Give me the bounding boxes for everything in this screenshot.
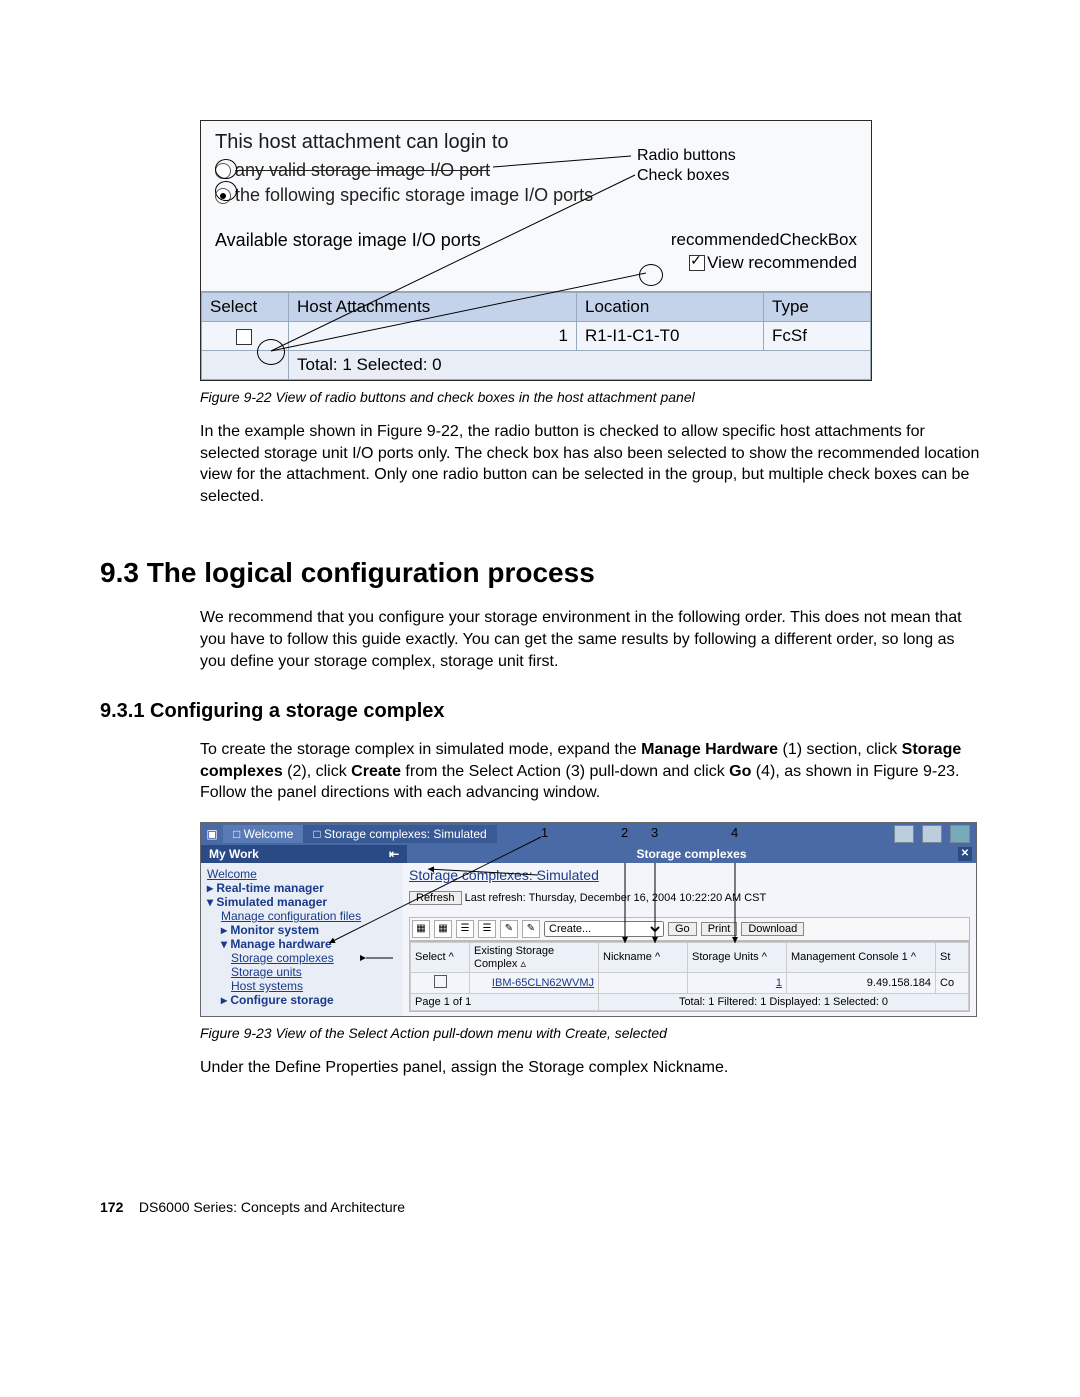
ring-annotation bbox=[215, 181, 237, 201]
table-footer: Total: 1 Selected: 0 bbox=[202, 351, 871, 380]
window-icon[interactable] bbox=[894, 825, 914, 843]
checkbox-icon bbox=[689, 255, 705, 271]
topbar-icons bbox=[894, 825, 970, 843]
storage-complexes-bar: Storage complexes ✕ bbox=[407, 845, 976, 863]
toolbar-icon[interactable]: ▦ bbox=[434, 920, 452, 938]
nav-storage-units[interactable]: Storage units bbox=[231, 965, 302, 979]
nav-monitor-system[interactable]: ▸ Monitor system bbox=[207, 923, 397, 937]
nav-manage-hardware[interactable]: ▾ Manage hardware bbox=[207, 937, 397, 951]
anno-radio-buttons: Radio buttons bbox=[637, 147, 736, 165]
toolbar-icon[interactable]: ✎ bbox=[500, 920, 518, 938]
figure-9-23-caption: Figure 9-23 View of the Select Action pu… bbox=[200, 1025, 990, 1041]
col-host: Host Attachments bbox=[289, 293, 577, 322]
nav-tree: Welcome ▸ Real-time manager ▾ Simulated … bbox=[201, 863, 403, 1016]
col-select: Select bbox=[202, 293, 289, 322]
nav-simulated-manager[interactable]: ▾ Simulated manager bbox=[207, 895, 397, 909]
figure-9-22-panel: This host attachment can login to any va… bbox=[200, 120, 872, 381]
callout-3: 3 bbox=[651, 825, 658, 840]
collapse-icon[interactable]: ⇤ bbox=[389, 847, 399, 861]
col-mgmt-console[interactable]: Management Console 1 ^ bbox=[787, 942, 936, 972]
panel-title: This host attachment can login to bbox=[201, 121, 871, 160]
app-icon: ▣ bbox=[201, 827, 223, 841]
col-st[interactable]: St bbox=[936, 942, 969, 972]
refresh-button[interactable]: Refresh bbox=[409, 891, 462, 905]
help-icon[interactable] bbox=[950, 825, 970, 843]
callout-1: 1 bbox=[541, 825, 548, 840]
view-recommended-check[interactable]: View recommended bbox=[689, 252, 857, 272]
row-checkbox[interactable] bbox=[434, 975, 447, 988]
ring-annotation bbox=[639, 264, 663, 286]
col-select[interactable]: Select ^ bbox=[411, 942, 470, 972]
table-row: IBM-65CLN62WVMJ 1 9.49.158.184 Co bbox=[411, 972, 969, 993]
page-footer: 172 DS6000 Series: Concepts and Architec… bbox=[100, 1199, 990, 1215]
col-esc[interactable]: Existing Storage Complex ▵ bbox=[470, 942, 599, 972]
para-example: In the example shown in Figure 9-22, the… bbox=[200, 421, 980, 507]
figure-9-23-panel: ▣ □ Welcome □ Storage complexes: Simulat… bbox=[200, 822, 977, 1017]
callout-4: 4 bbox=[731, 825, 738, 840]
available-ports-label: Available storage image I/O ports bbox=[215, 230, 481, 273]
anno-check-boxes: Check boxes bbox=[637, 167, 730, 185]
recommended-checkbox-label: recommendedCheckBox bbox=[671, 230, 857, 250]
radio-any-port[interactable]: any valid storage image I/O port bbox=[201, 160, 871, 185]
topbar: ▣ □ Welcome □ Storage complexes: Simulat… bbox=[201, 823, 976, 845]
toolbar-icon[interactable]: ▦ bbox=[412, 920, 430, 938]
col-storage-units[interactable]: Storage Units ^ bbox=[688, 942, 787, 972]
print-button[interactable]: Print bbox=[701, 922, 738, 936]
toolbar-icon[interactable]: ✎ bbox=[522, 920, 540, 938]
content-title: Storage complexes: Simulated bbox=[409, 867, 970, 883]
close-icon[interactable]: ✕ bbox=[958, 847, 972, 861]
ports-table: Select Host Attachments Location Type 1 … bbox=[201, 292, 871, 380]
storage-complex-grid: Select ^ Existing Storage Complex ▵ Nick… bbox=[409, 941, 970, 1012]
nav-manage-config-files[interactable]: Manage configuration files bbox=[221, 909, 361, 923]
callout-2: 2 bbox=[621, 825, 628, 840]
grid-status-row: Page 1 of 1 Total: 1 Filtered: 1 Display… bbox=[411, 993, 969, 1010]
select-action-dropdown[interactable]: Create... bbox=[544, 921, 664, 937]
subsection-heading-9-3-1: 9.3.1 Configuring a storage complex bbox=[100, 700, 990, 723]
col-nickname[interactable]: Nickname ^ bbox=[599, 942, 688, 972]
ring-annotation bbox=[257, 339, 285, 365]
ring-annotation bbox=[215, 159, 237, 179]
table-row: 1 R1-I1-C1-T0 FcSf bbox=[202, 322, 871, 351]
nav-host-systems[interactable]: Host systems bbox=[231, 979, 303, 993]
mywork-header: My Work ⇤ bbox=[201, 845, 407, 863]
last-refresh-text: Last refresh: Thursday, December 16, 200… bbox=[465, 892, 767, 904]
nav-realtime-manager[interactable]: ▸ Real-time manager bbox=[207, 881, 397, 895]
nav-welcome[interactable]: Welcome bbox=[207, 867, 257, 881]
nav-configure-storage[interactable]: ▸ Configure storage bbox=[207, 993, 397, 1007]
figure-9-22-caption: Figure 9-22 View of radio buttons and ch… bbox=[200, 389, 990, 405]
para-define-props: Under the Define Properties panel, assig… bbox=[200, 1057, 980, 1079]
toolbar-icon[interactable]: ☰ bbox=[478, 920, 496, 938]
section-heading-9-3: 9.3 The logical configuration process bbox=[100, 557, 990, 589]
nav-storage-complexes[interactable]: Storage complexes bbox=[231, 951, 334, 965]
tab-storage-complexes[interactable]: □ Storage complexes: Simulated bbox=[303, 825, 496, 843]
download-button[interactable]: Download bbox=[741, 922, 804, 936]
col-type: Type bbox=[764, 293, 871, 322]
col-location: Location bbox=[577, 293, 764, 322]
toolbar-icon[interactable]: ☰ bbox=[456, 920, 474, 938]
para-recommend: We recommend that you configure your sto… bbox=[200, 607, 980, 672]
para-create-complex: To create the storage complex in simulat… bbox=[200, 739, 980, 804]
tab-welcome[interactable]: □ Welcome bbox=[223, 825, 303, 843]
go-button[interactable]: Go bbox=[668, 922, 697, 936]
exit-icon[interactable] bbox=[922, 825, 942, 843]
row-checkbox[interactable] bbox=[236, 329, 252, 345]
toolbar: ▦ ▦ ☰ ☰ ✎ ✎ Create... Go Print Download bbox=[409, 917, 970, 941]
radio-specific-ports[interactable]: the following specific storage image I/O… bbox=[201, 185, 871, 210]
